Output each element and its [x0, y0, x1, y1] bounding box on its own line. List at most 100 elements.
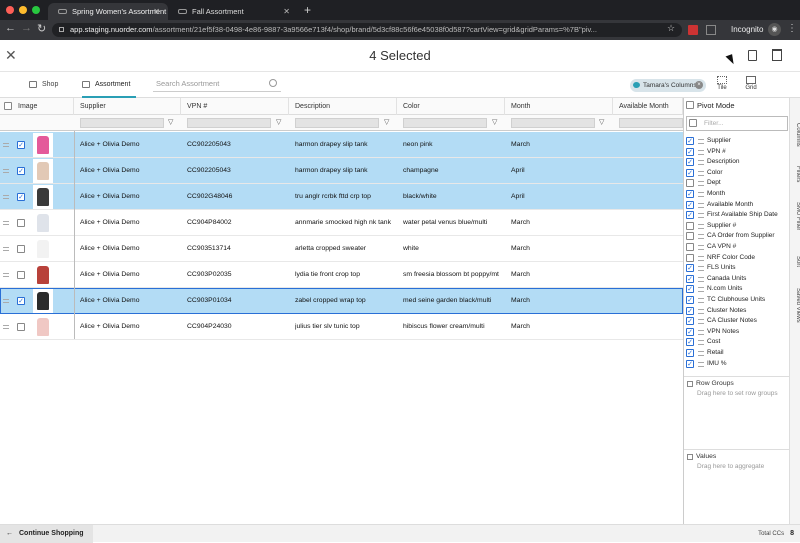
drag-handle-icon[interactable] — [698, 329, 704, 335]
window-minimize-button[interactable] — [19, 6, 27, 14]
continue-shopping-button[interactable]: ← Continue Shopping — [0, 525, 93, 543]
drag-handle-icon[interactable] — [698, 340, 704, 346]
table-row[interactable]: ✓ Alice + Olivia Demo CC903P01034 zabel cro… — [0, 288, 683, 314]
incognito-icon[interactable]: ◉ — [768, 23, 781, 36]
drag-handle-icon[interactable] — [698, 308, 704, 314]
browser-menu-icon[interactable]: ⋮ — [787, 23, 797, 34]
filter-icon[interactable]: ▽ — [168, 118, 173, 126]
column-item[interactable]: ✓ Month — [686, 189, 725, 200]
drag-handle-icon[interactable] — [698, 351, 704, 356]
vpn-filter-input[interactable] — [187, 118, 271, 128]
column-item[interactable]: ✓ VPN Notes — [686, 327, 739, 338]
drag-handle-icon[interactable] — [698, 223, 704, 229]
column-item[interactable]: ✓ Color — [686, 168, 723, 179]
column-checkbox[interactable] — [686, 221, 694, 230]
column-checkbox[interactable] — [686, 253, 694, 262]
rail-tab-columns[interactable]: Columns — [791, 123, 800, 147]
drag-handle-icon[interactable] — [698, 192, 704, 197]
product-image[interactable] — [33, 289, 53, 313]
product-image[interactable] — [33, 159, 53, 183]
drag-handle-icon[interactable] — [698, 319, 704, 325]
row-checkbox[interactable]: ✓ — [17, 297, 25, 305]
row-groups-section[interactable]: Row Groups Drag here to set row groups — [684, 376, 790, 448]
extension-icon[interactable] — [688, 25, 698, 35]
filter-icon[interactable]: ▽ — [276, 118, 281, 126]
drag-handle-icon[interactable] — [698, 149, 704, 155]
browser-tab-spring[interactable]: Spring Women's Assortment ✕ — [48, 3, 168, 20]
column-checkbox[interactable]: ✓ — [686, 211, 694, 220]
col-header-description[interactable]: Description — [289, 98, 397, 115]
table-row[interactable]: Alice + Olivia Demo CC903513714 arletta cr… — [0, 236, 683, 262]
search-input[interactable]: Search Assortment — [153, 78, 281, 92]
table-row[interactable]: Alice + Olivia Demo CC904P24030 julius tie… — [0, 314, 683, 340]
drag-handle-icon[interactable] — [698, 255, 704, 261]
drag-handle-icon[interactable] — [3, 169, 9, 173]
supplier-filter-input[interactable] — [80, 118, 164, 128]
window-close-button[interactable] — [6, 6, 14, 14]
row-checkbox[interactable]: ✓ — [17, 141, 25, 149]
column-checkbox[interactable]: ✓ — [686, 296, 694, 304]
column-item[interactable]: ✓ N.com Units — [686, 284, 742, 295]
select-all-checkbox[interactable] — [4, 102, 12, 110]
column-item[interactable]: NRF Color Code — [686, 253, 755, 264]
address-bar[interactable]: app.staging.nuorder.com/assortment/21ef5… — [52, 23, 682, 37]
tile-view-button[interactable]: Tile — [713, 76, 731, 91]
column-checkbox[interactable]: ✓ — [686, 359, 694, 368]
column-item[interactable]: ✓ Cluster Notes — [686, 306, 746, 317]
table-row[interactable]: Alice + Olivia Demo CC904P84002 annmarie s… — [0, 210, 683, 236]
rail-tab-filters[interactable]: Filters — [791, 166, 800, 182]
drag-handle-icon[interactable] — [698, 170, 704, 176]
column-checkbox[interactable]: ✓ — [686, 147, 694, 156]
column-item[interactable]: ✓ VPN # — [686, 147, 726, 158]
reload-icon[interactable]: ↻ — [37, 22, 46, 35]
column-checkbox[interactable]: ✓ — [686, 264, 694, 273]
table-row[interactable]: ✓ Alice + Olivia Demo CC902G48046 tru anglr… — [0, 184, 683, 210]
table-row[interactable]: Alice + Olivia Demo CC903P02035 lydia tie … — [0, 262, 683, 288]
product-image[interactable] — [33, 315, 53, 339]
drag-handle-icon[interactable] — [698, 234, 704, 240]
col-header-image[interactable]: Image — [12, 98, 74, 115]
column-item[interactable]: ✓ IMU % — [686, 359, 727, 370]
bookmark-star-icon[interactable]: ☆ — [667, 23, 675, 34]
col-header-available-month[interactable]: Available Month — [613, 98, 683, 115]
col-header-month[interactable]: Month — [505, 98, 613, 115]
color-filter-input[interactable] — [403, 118, 487, 128]
drag-handle-icon[interactable] — [698, 139, 704, 144]
column-checkbox[interactable]: ✓ — [686, 200, 694, 209]
product-image[interactable] — [33, 237, 53, 261]
column-item[interactable]: ✓ Available Month — [686, 200, 753, 211]
trash-icon[interactable] — [772, 49, 782, 61]
column-item[interactable]: CA VPN # — [686, 242, 736, 253]
col-header-supplier[interactable]: Supplier — [74, 98, 181, 115]
rail-tab-sort[interactable]: Sort — [791, 256, 800, 267]
column-checkbox[interactable]: ✓ — [686, 317, 694, 326]
drag-handle-icon[interactable] — [3, 325, 9, 329]
drag-handle-icon[interactable] — [3, 221, 9, 225]
drag-handle-icon[interactable] — [3, 273, 9, 277]
values-section[interactable]: Values Drag here to aggregate — [684, 449, 790, 524]
column-checkbox[interactable] — [686, 232, 694, 241]
back-arrow-icon[interactable]: ← — [5, 22, 16, 34]
rail-tab-saved-views[interactable]: Saved Views — [791, 288, 800, 323]
table-row[interactable]: ✓ Alice + Olivia Demo CC902205043 harmon dr… — [0, 158, 683, 184]
column-checkbox[interactable]: ✓ — [686, 327, 694, 336]
filter-icon[interactable]: ▽ — [599, 118, 604, 126]
column-filter-input[interactable]: Filter... — [686, 116, 788, 131]
column-checkbox[interactable]: ✓ — [686, 158, 694, 167]
row-checkbox[interactable] — [17, 245, 25, 253]
extension-icon-2[interactable] — [706, 25, 716, 35]
column-item[interactable]: ✓ CA Cluster Notes — [686, 316, 757, 327]
column-checkbox[interactable] — [686, 243, 694, 251]
product-image[interactable] — [33, 133, 53, 157]
column-item[interactable]: ✓ First Available Ship Date — [686, 210, 778, 221]
column-item[interactable]: ✓ FLS Units — [686, 263, 736, 274]
month-filter-input[interactable] — [511, 118, 595, 128]
col-header-color[interactable]: Color — [397, 98, 505, 115]
table-row[interactable]: ✓ Alice + Olivia Demo CC902205043 harmon dr… — [0, 132, 683, 158]
column-checkbox[interactable]: ✓ — [686, 349, 694, 357]
tab-close-icon[interactable]: ✕ — [153, 3, 160, 20]
column-checkbox[interactable]: ✓ — [686, 338, 694, 347]
filter-icon[interactable]: ▽ — [492, 118, 497, 126]
copy-icon[interactable] — [748, 50, 757, 61]
product-image[interactable] — [33, 211, 53, 235]
